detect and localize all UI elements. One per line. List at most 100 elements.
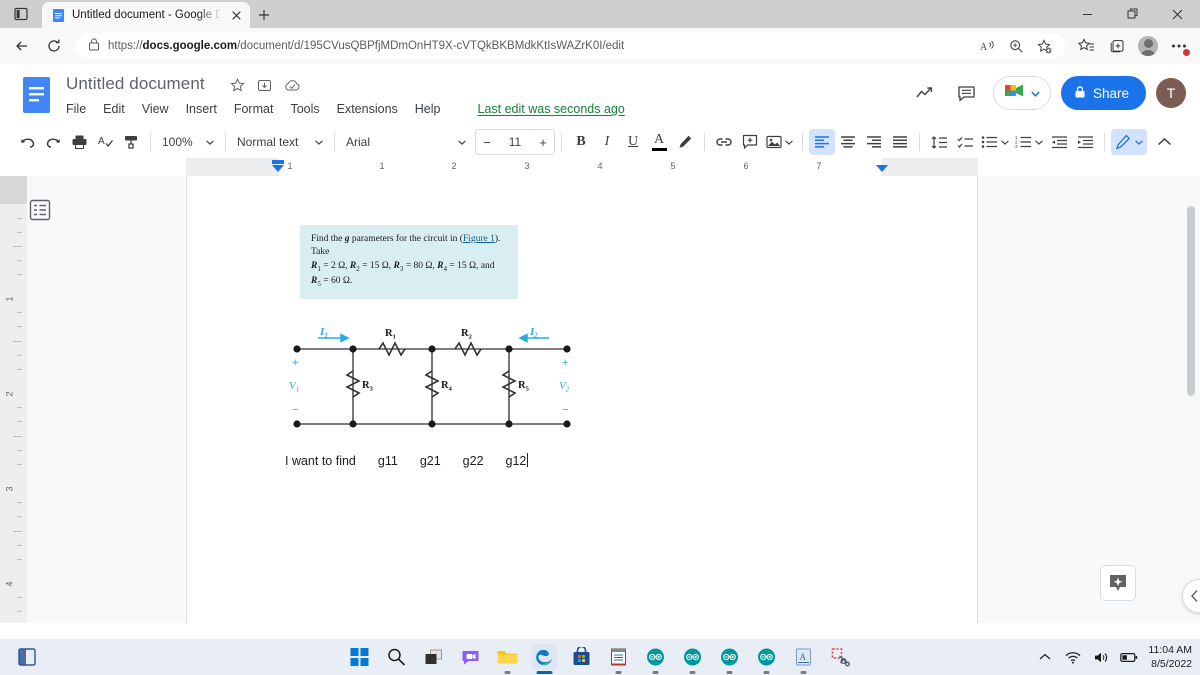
- move-to-folder-icon[interactable]: [257, 78, 272, 98]
- star-icon[interactable]: [230, 78, 245, 98]
- figure-1-link[interactable]: Figure 1: [463, 234, 495, 244]
- align-left-icon[interactable]: [809, 129, 835, 155]
- font-size-stepper[interactable]: − 11 +: [475, 129, 555, 155]
- left-indent-marker[interactable]: [272, 165, 284, 172]
- task-view-button[interactable]: [421, 644, 447, 670]
- new-tab-button[interactable]: [250, 2, 278, 28]
- file-explorer-button[interactable]: [495, 644, 521, 674]
- menu-tools[interactable]: Tools: [290, 102, 319, 116]
- google-meet-button[interactable]: [992, 76, 1051, 110]
- widgets-button[interactable]: [14, 644, 40, 670]
- bold-button[interactable]: B: [568, 129, 594, 155]
- menu-format[interactable]: Format: [234, 102, 274, 116]
- cloud-saved-icon[interactable]: [284, 79, 301, 98]
- document-outline-icon[interactable]: [28, 198, 52, 222]
- text-color-button[interactable]: A: [646, 129, 672, 155]
- browser-tab[interactable]: Untitled document - Google Doc: [42, 2, 250, 28]
- vertical-ruler[interactable]: 1 2 3 4: [0, 176, 27, 623]
- settings-more-icon[interactable]: [1164, 32, 1194, 60]
- minimize-icon[interactable]: [1065, 0, 1110, 28]
- redo-icon[interactable]: [40, 129, 66, 155]
- checklist-icon[interactable]: [952, 129, 978, 155]
- horizontal-ruler[interactable]: 1 1 2 3 4 5 6 7: [186, 158, 978, 176]
- battery-icon[interactable]: [1120, 648, 1138, 666]
- arduino-button-3[interactable]: [717, 644, 743, 674]
- show-hidden-icons[interactable]: [1036, 648, 1054, 666]
- arduino-button-1[interactable]: [643, 644, 669, 674]
- avatar[interactable]: T: [1156, 78, 1186, 108]
- circuit-diagram-image[interactable]: R1 R2 R3 R4 R5 I1 I2 V1 V2 + + − −: [287, 321, 577, 441]
- paint-format-icon[interactable]: [118, 129, 144, 155]
- google-docs-logo-icon[interactable]: [22, 76, 51, 114]
- document-page[interactable]: Find the g parameters for the circuit in…: [186, 176, 978, 623]
- paragraph-style-dropdown[interactable]: Normal text: [232, 129, 328, 155]
- read-aloud-icon[interactable]: A: [975, 34, 1001, 58]
- collections-icon[interactable]: [1102, 32, 1132, 60]
- collapse-toolbar-icon[interactable]: [1151, 129, 1177, 155]
- favorites-icon[interactable]: [1071, 32, 1101, 60]
- insert-image-dropdown[interactable]: [763, 129, 796, 155]
- font-family-dropdown[interactable]: Arial: [341, 129, 471, 155]
- align-center-icon[interactable]: [835, 129, 861, 155]
- share-button[interactable]: Share: [1060, 76, 1146, 110]
- document-scrollbar[interactable]: [1187, 206, 1195, 396]
- decrease-indent-icon[interactable]: [1046, 129, 1072, 155]
- start-button[interactable]: [347, 644, 373, 670]
- font-size-decrease-button[interactable]: −: [476, 130, 498, 154]
- menu-view[interactable]: View: [142, 102, 169, 116]
- print-icon[interactable]: [66, 129, 92, 155]
- profile-icon[interactable]: [1133, 32, 1163, 60]
- tab-actions-icon[interactable]: [0, 0, 42, 28]
- restore-icon[interactable]: [1110, 0, 1155, 28]
- clock[interactable]: 11:04 AM 8/5/2022: [1148, 643, 1192, 671]
- document-title[interactable]: Untitled document: [66, 74, 205, 94]
- increase-indent-icon[interactable]: [1072, 129, 1098, 155]
- first-line-indent-marker[interactable]: [272, 160, 284, 164]
- collapse-panel-button[interactable]: [1182, 579, 1200, 613]
- align-justify-icon[interactable]: [887, 129, 913, 155]
- store-button[interactable]: [569, 644, 595, 670]
- spellcheck-icon[interactable]: A: [92, 129, 118, 155]
- highlight-pen-icon[interactable]: [672, 129, 698, 155]
- snipping-tool-button[interactable]: [828, 644, 854, 670]
- right-indent-marker[interactable]: [876, 165, 888, 172]
- comment-history-icon[interactable]: [951, 77, 983, 109]
- menu-edit[interactable]: Edit: [103, 102, 125, 116]
- align-right-icon[interactable]: [861, 129, 887, 155]
- link-icon[interactable]: [711, 129, 737, 155]
- volume-icon[interactable]: [1092, 648, 1110, 666]
- arduino-button-4[interactable]: [754, 644, 780, 674]
- arduino-button-2[interactable]: [680, 644, 706, 674]
- chat-button[interactable]: [458, 644, 484, 670]
- trending-activity-icon[interactable]: [909, 77, 941, 109]
- edge-button[interactable]: [531, 644, 558, 674]
- menu-help[interactable]: Help: [415, 102, 441, 116]
- address-bar[interactable]: https://docs.google.com/document/d/195CV…: [76, 33, 1065, 59]
- editing-mode-dropdown[interactable]: [1111, 129, 1147, 155]
- close-icon[interactable]: [228, 7, 244, 23]
- font-size-input[interactable]: 11: [498, 135, 532, 149]
- notepad-button[interactable]: [606, 644, 632, 674]
- line-spacing-icon[interactable]: [926, 129, 952, 155]
- undo-icon[interactable]: [14, 129, 40, 155]
- menu-extensions[interactable]: Extensions: [337, 102, 398, 116]
- add-comment-icon[interactable]: [737, 129, 763, 155]
- zoom-level-dropdown[interactable]: 100%: [157, 129, 219, 155]
- underline-button[interactable]: U: [620, 129, 646, 155]
- search-button[interactable]: [384, 644, 410, 670]
- italic-button[interactable]: I: [594, 129, 620, 155]
- explore-button[interactable]: [1100, 565, 1136, 601]
- numbered-list-dropdown[interactable]: 123: [1012, 129, 1046, 155]
- add-favorite-icon[interactable]: [1031, 34, 1057, 58]
- zoom-icon[interactable]: [1003, 34, 1029, 58]
- answer-line[interactable]: I want to find g11 g21 g22 g12: [285, 451, 529, 468]
- font-size-increase-button[interactable]: +: [532, 130, 554, 154]
- wifi-icon[interactable]: [1064, 648, 1082, 666]
- document-app-button[interactable]: A: [791, 644, 817, 674]
- problem-statement-box[interactable]: Find the g parameters for the circuit in…: [300, 225, 518, 299]
- refresh-icon[interactable]: [38, 31, 70, 61]
- menu-insert[interactable]: Insert: [186, 102, 217, 116]
- close-icon[interactable]: [1155, 0, 1200, 28]
- menu-file[interactable]: File: [66, 102, 86, 116]
- last-edit-status[interactable]: Last edit was seconds ago: [478, 102, 625, 116]
